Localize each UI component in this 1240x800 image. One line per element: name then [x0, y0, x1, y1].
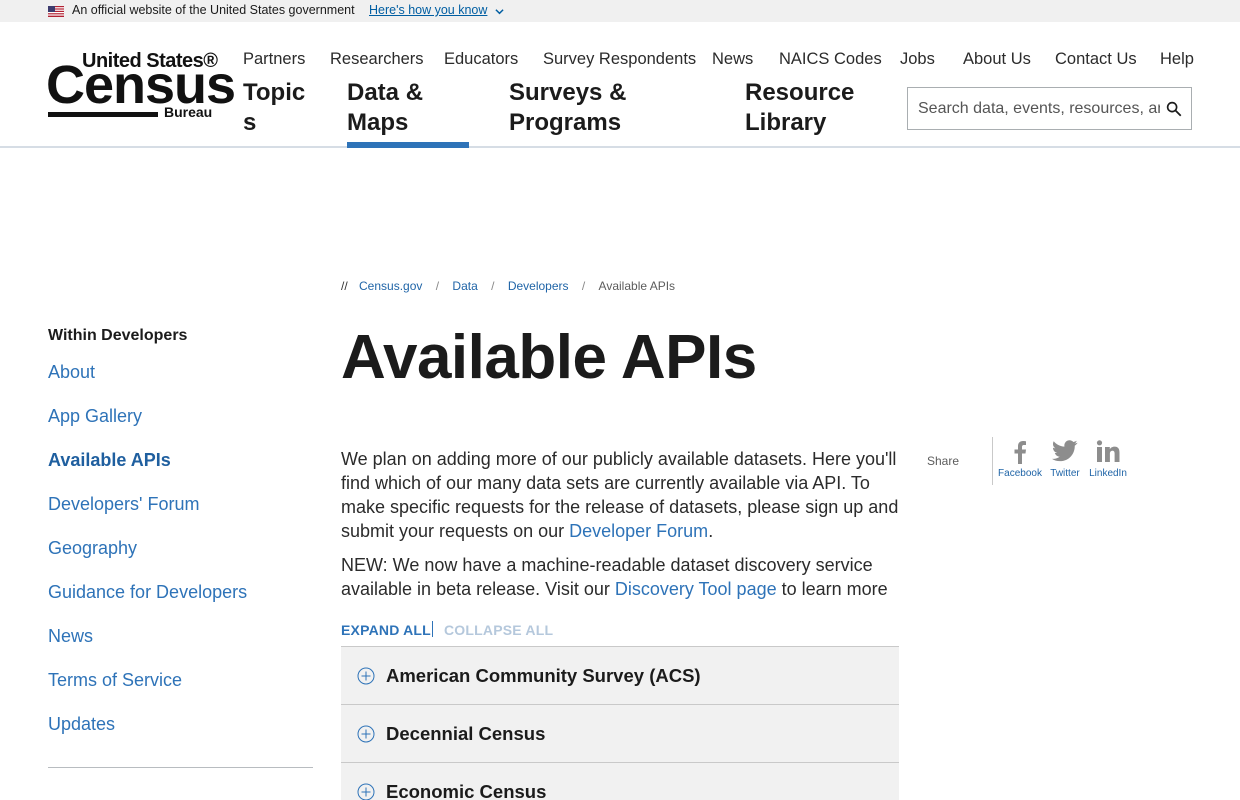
us-flag-icon	[48, 6, 64, 17]
util-nav-news[interactable]: News	[712, 50, 753, 69]
sidebar-item-geography[interactable]: Geography	[48, 538, 137, 559]
how-you-know-link[interactable]: Here's how you know	[369, 3, 487, 17]
util-nav-jobs[interactable]: Jobs	[900, 50, 935, 69]
intro-paragraph: We plan on adding more of our publicly a…	[341, 447, 906, 543]
accordion-label: Decennial Census	[386, 723, 546, 744]
developer-forum-link[interactable]: Developer Forum	[569, 521, 708, 541]
share-twitter[interactable]: Twitter	[1042, 440, 1088, 485]
search-box	[907, 87, 1192, 130]
intro-end: .	[708, 521, 714, 541]
linkedin-icon	[1096, 440, 1120, 462]
breadcrumb-separator: /	[435, 279, 440, 293]
sidebar-item-news[interactable]: News	[48, 626, 93, 647]
accordion-item-economic[interactable]: Economic Census	[341, 762, 899, 800]
collapse-all-button[interactable]: COLLAPSE ALL	[444, 622, 553, 638]
sidebar-title: Within Developers	[48, 327, 188, 344]
util-nav-help[interactable]: Help	[1160, 50, 1194, 69]
new-paragraph: NEW: We now have a machine-readable data…	[341, 553, 906, 601]
linkedin-label: LinkedIn	[1089, 468, 1127, 479]
logo-line-3: Bureau	[164, 104, 213, 120]
main-nav-surveys-programs[interactable]: Surveys & Programs	[509, 78, 699, 138]
new-end: to learn more	[776, 579, 888, 599]
twitter-label: Twitter	[1050, 468, 1080, 479]
page-title: Available APIs	[341, 323, 757, 392]
sidebar-item-about[interactable]: About	[48, 362, 95, 383]
plus-circle-icon	[357, 783, 375, 800]
census-logo[interactable]: United States® Census Bureau	[46, 50, 236, 120]
util-nav-partners[interactable]: Partners	[243, 50, 305, 69]
facebook-label: Facebook	[998, 468, 1042, 479]
control-divider	[432, 621, 433, 637]
facebook-icon	[1014, 441, 1026, 464]
sidebar-item-developers-forum[interactable]: Developers' Forum	[48, 494, 200, 515]
main-nav-topics[interactable]: Topic s	[243, 78, 307, 138]
share-label: Share	[927, 454, 960, 468]
breadcrumb-start: //	[341, 279, 348, 293]
breadcrumb-census-gov[interactable]: Census.gov	[359, 279, 422, 293]
site-header: United States® Census Bureau Partners Re…	[0, 22, 1240, 148]
search-icon[interactable]	[1165, 100, 1183, 118]
sidebar-item-app-gallery[interactable]: App Gallery	[48, 406, 142, 427]
main-nav-data-maps[interactable]: Data & Maps	[347, 78, 469, 148]
chevron-down-icon[interactable]	[495, 7, 504, 16]
breadcrumb-separator: /	[491, 279, 495, 293]
breadcrumb-separator: /	[581, 279, 586, 293]
gov-banner: An official website of the United States…	[0, 0, 1240, 22]
accordion-label: American Community Survey (ACS)	[386, 665, 701, 686]
plus-circle-icon	[357, 667, 375, 685]
sidebar-item-available-apis[interactable]: Available APIs	[48, 450, 171, 471]
accordion-item-decennial[interactable]: Decennial Census	[341, 704, 899, 762]
accordion-label: Economic Census	[386, 781, 547, 800]
util-nav-about-us[interactable]: About Us	[963, 50, 1031, 69]
sidebar-item-terms-of-service[interactable]: Terms of Service	[48, 670, 182, 691]
official-website-text: An official website of the United States…	[72, 3, 355, 17]
search-input[interactable]	[918, 98, 1160, 120]
util-nav-educators[interactable]: Educators	[444, 50, 518, 69]
main-nav-resource-library[interactable]: Resource Library	[745, 78, 885, 138]
discovery-tool-link[interactable]: Discovery Tool page	[615, 579, 777, 599]
breadcrumb-developers[interactable]: Developers	[508, 279, 569, 293]
sidebar-item-guidance[interactable]: Guidance for Developers	[48, 582, 247, 603]
share-facebook[interactable]: Facebook	[997, 440, 1043, 485]
util-nav-naics-codes[interactable]: NAICS Codes	[779, 50, 882, 69]
logo-bar	[48, 112, 158, 117]
expand-all-button[interactable]: EXPAND ALL	[341, 622, 431, 638]
sidebar-item-updates[interactable]: Updates	[48, 714, 115, 735]
sidebar-divider	[48, 767, 313, 768]
breadcrumb-current: Available APIs	[598, 279, 676, 293]
twitter-icon	[1052, 440, 1078, 462]
util-nav-contact-us[interactable]: Contact Us	[1055, 50, 1137, 69]
breadcrumb: // Census.gov / Data / Developers / Avai…	[341, 279, 675, 293]
share-divider	[992, 437, 993, 485]
share-linkedin[interactable]: LinkedIn	[1085, 440, 1131, 485]
plus-circle-icon	[357, 725, 375, 743]
util-nav-survey-respondents[interactable]: Survey Respondents	[543, 50, 696, 69]
util-nav-researchers[interactable]: Researchers	[330, 50, 424, 69]
accordion-item-acs[interactable]: American Community Survey (ACS)	[341, 646, 899, 704]
breadcrumb-data[interactable]: Data	[452, 279, 477, 293]
